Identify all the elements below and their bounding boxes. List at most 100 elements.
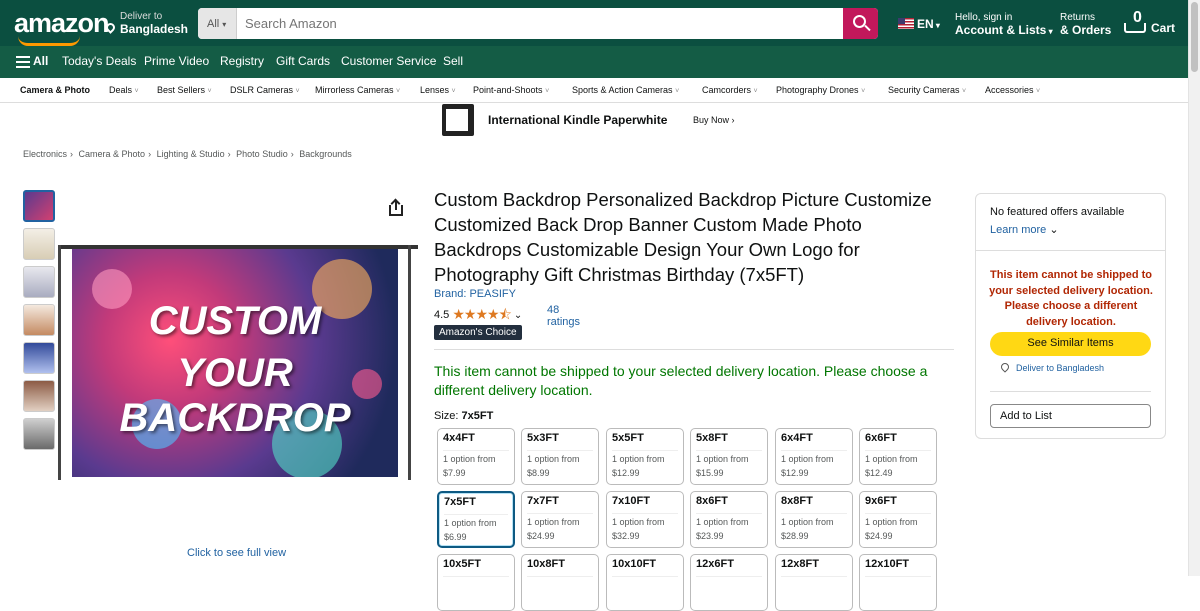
ratings-count-link[interactable]: 48 ratings — [547, 304, 580, 328]
size-option-7x10ft[interactable]: 7x10FT 1 option from $32.99 — [606, 491, 684, 548]
size-option-10x5ft[interactable]: 10x5FT — [437, 554, 515, 611]
see-similar-items-button[interactable]: See Similar Items — [990, 332, 1151, 356]
search-input[interactable] — [237, 8, 843, 39]
shipping-warning: This item cannot be shipped to your sele… — [989, 269, 1153, 328]
nav-todays-deals[interactable]: Today's Deals — [62, 54, 136, 68]
size-option-12x10ft[interactable]: 12x10FT — [859, 554, 937, 611]
thumbnail-list — [23, 190, 55, 456]
subnav-point-and-shoots[interactable]: Point-and-Shoots ˅ — [473, 85, 549, 95]
size-option-desc: 1 option from — [696, 450, 762, 464]
size-option-desc: 1 option from — [443, 450, 509, 464]
cart-button[interactable]: 0 Cart — [1122, 9, 1175, 37]
subnav-deals[interactable]: Deals ˅ — [109, 85, 139, 95]
size-option-9x6ft[interactable]: 9x6FT 1 option from $24.99 — [859, 491, 937, 548]
nav-sell[interactable]: Sell — [443, 54, 463, 68]
size-option-12x6ft[interactable]: 12x6FT — [690, 554, 768, 611]
deliver-to-link[interactable]: Deliver to Bangladesh — [999, 361, 1104, 373]
buy-box: No featured offers available Learn more … — [975, 193, 1166, 439]
main-product-image[interactable]: CUSTOM YOUR BACKDROP — [58, 230, 418, 495]
language-selector[interactable]: EN ▾ — [898, 17, 940, 31]
buy-now-link[interactable]: Buy Now › — [693, 115, 735, 125]
location-pin-icon — [999, 361, 1011, 373]
breadcrumb-electronics[interactable]: Electronics — [23, 149, 67, 159]
size-option-name: 4x4FT — [443, 432, 475, 444]
size-option-desc: 1 option from — [781, 513, 847, 527]
size-option-7x5ft[interactable]: 7x5FT 1 option from $6.99 — [437, 491, 515, 548]
size-option-8x6ft[interactable]: 8x6FT 1 option from $23.99 — [690, 491, 768, 548]
size-option-10x10ft[interactable]: 10x10FT — [606, 554, 684, 611]
deliver-to-location[interactable]: Deliver to Bangladesh — [104, 11, 188, 35]
size-option-desc — [527, 576, 593, 580]
size-option-10x8ft[interactable]: 10x8FT — [521, 554, 599, 611]
account-lists-menu[interactable]: Hello, sign in Account & Lists ▾ — [955, 12, 1053, 38]
size-option-name: 6x6FT — [865, 432, 897, 444]
subnav-dslr-cameras[interactable]: DSLR Cameras ˅ — [230, 85, 300, 95]
size-option-name: 7x7FT — [527, 495, 559, 507]
kindle-device-image — [442, 104, 474, 136]
rating-value: 4.5 — [434, 309, 450, 321]
thumbnail-7[interactable] — [23, 418, 55, 450]
thumbnail-1[interactable] — [23, 190, 55, 222]
subnav-accessories[interactable]: Accessories ˅ — [985, 85, 1040, 95]
size-option-12x8ft[interactable]: 12x8FT — [775, 554, 853, 611]
share-icon[interactable] — [389, 200, 403, 216]
search-button[interactable] — [843, 8, 878, 39]
nav-customer-service[interactable]: Customer Service — [341, 54, 436, 68]
breadcrumb-lighting-studio[interactable]: Lighting & Studio — [157, 149, 225, 159]
page-scrollbar[interactable] — [1188, 0, 1200, 576]
search-category-dropdown[interactable]: All ▾ — [198, 8, 237, 39]
size-option-6x6ft[interactable]: 6x6FT 1 option from $12.49 — [859, 428, 937, 485]
subnav-lenses[interactable]: Lenses ˅ — [420, 85, 456, 95]
subnav-photography-drones[interactable]: Photography Drones ˅ — [776, 85, 865, 95]
size-option-desc — [781, 576, 847, 580]
size-option-7x7ft[interactable]: 7x7FT 1 option from $24.99 — [521, 491, 599, 548]
subnav-sports-action-cameras[interactable]: Sports & Action Cameras ˅ — [572, 85, 679, 95]
size-option-desc — [612, 576, 678, 580]
size-option-name: 10x8FT — [527, 558, 565, 570]
us-flag-icon — [898, 18, 914, 29]
size-option-price: $6.99 — [444, 532, 467, 542]
size-option-4x4ft[interactable]: 4x4FT 1 option from $7.99 — [437, 428, 515, 485]
breadcrumb-backgrounds[interactable]: Backgrounds — [299, 149, 352, 159]
size-option-6x4ft[interactable]: 6x4FT 1 option from $12.99 — [775, 428, 853, 485]
size-option-5x8ft[interactable]: 5x8FT 1 option from $15.99 — [690, 428, 768, 485]
nav-gift-cards[interactable]: Gift Cards — [276, 54, 330, 68]
size-option-8x8ft[interactable]: 8x8FT 1 option from $28.99 — [775, 491, 853, 548]
chevron-down-icon[interactable]: ⌄ — [514, 310, 522, 321]
returns-orders-link[interactable]: Returns & Orders — [1060, 12, 1111, 36]
hamburger-menu-icon[interactable] — [16, 56, 30, 68]
thumbnail-6[interactable] — [23, 380, 55, 412]
size-option-name: 9x6FT — [865, 495, 897, 507]
size-option-name: 8x6FT — [696, 495, 728, 507]
thumbnail-4[interactable] — [23, 304, 55, 336]
breadcrumb-photo-studio[interactable]: Photo Studio — [236, 149, 288, 159]
size-option-5x3ft[interactable]: 5x3FT 1 option from $8.99 — [521, 428, 599, 485]
thumbnail-5[interactable] — [23, 342, 55, 374]
search-bar: All ▾ — [198, 8, 878, 39]
subnav-camcorders[interactable]: Camcorders ˅ — [702, 85, 758, 95]
size-option-name: 12x10FT — [865, 558, 910, 570]
subnav-camera-photo[interactable]: Camera & Photo — [20, 85, 90, 95]
thumbnail-2[interactable] — [23, 228, 55, 260]
subnav-security-cameras[interactable]: Security Cameras ˅ — [888, 85, 966, 95]
breadcrumb-camera-photo[interactable]: Camera & Photo — [79, 149, 146, 159]
main-nav: All Today's Deals Prime Video Registry G… — [0, 46, 1188, 78]
size-option-name: 12x8FT — [781, 558, 819, 570]
nav-registry[interactable]: Registry — [220, 54, 264, 68]
nav-all-menu[interactable]: All — [33, 54, 48, 68]
add-to-list-button[interactable]: Add to List — [990, 404, 1151, 428]
size-option-desc: 1 option from — [781, 450, 847, 464]
thumbnail-3[interactable] — [23, 266, 55, 298]
subnav-mirrorless-cameras[interactable]: Mirrorless Cameras ˅ — [315, 85, 400, 95]
cart-icon — [1124, 23, 1146, 33]
brand-link[interactable]: Brand: PEASIFY — [434, 288, 516, 300]
size-option-5x5ft[interactable]: 5x5FT 1 option from $12.99 — [606, 428, 684, 485]
size-label: Size: 7x5FT — [434, 410, 494, 422]
full-view-link[interactable]: Click to see full view — [187, 547, 286, 559]
subnav-best-sellers[interactable]: Best Sellers ˅ — [157, 85, 212, 95]
amazon-logo[interactable]: amazon — [14, 8, 110, 46]
size-option-desc: 1 option from — [865, 450, 931, 464]
nav-prime-video[interactable]: Prime Video — [144, 54, 209, 68]
divider — [434, 349, 954, 350]
learn-more-link[interactable]: Learn more ⌄ — [990, 223, 1059, 236]
